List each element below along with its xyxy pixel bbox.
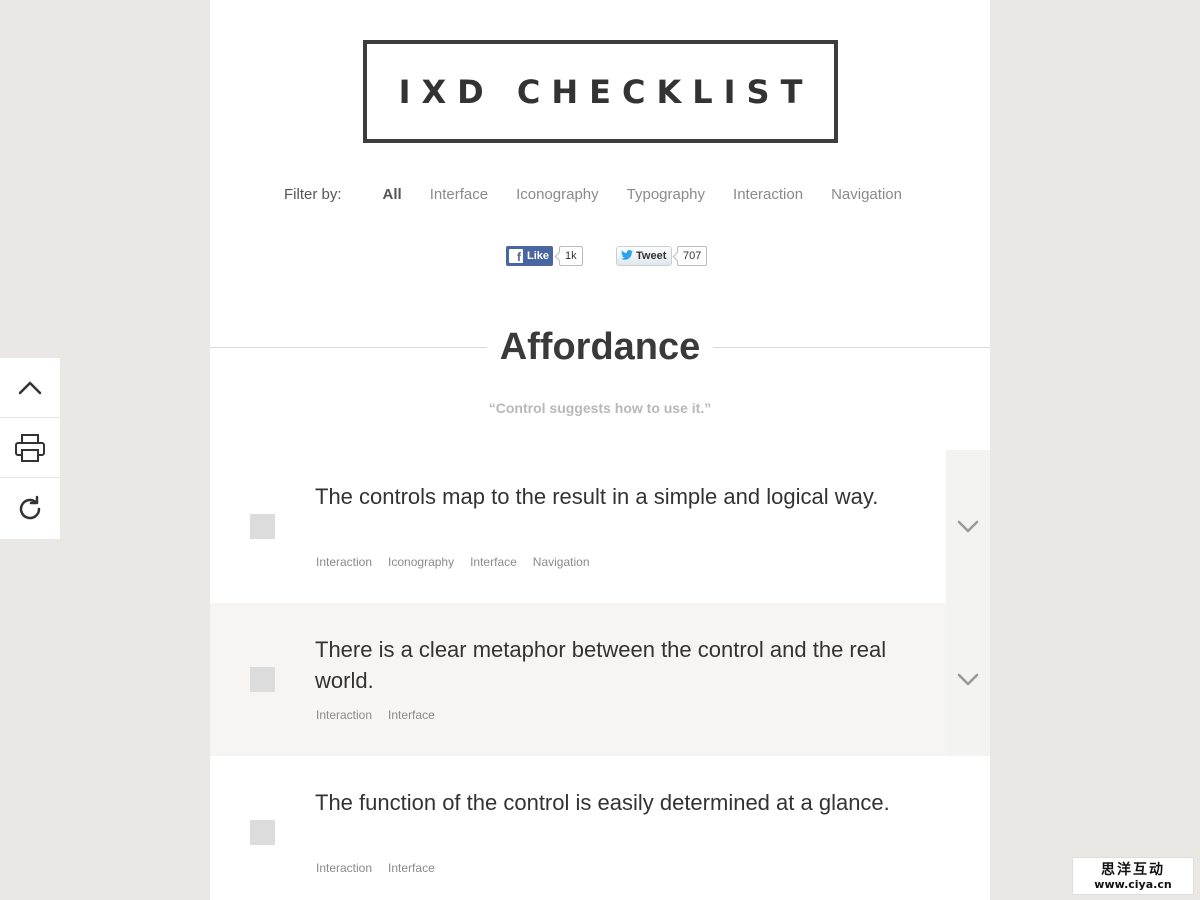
tweet-count: 707 <box>677 246 708 266</box>
checklist-item: The function of the control is easily de… <box>210 756 990 900</box>
item-checkbox[interactable] <box>250 820 275 845</box>
filter-iconography[interactable]: Iconography <box>516 186 599 203</box>
scroll-up-button[interactable] <box>0 358 60 418</box>
tag[interactable]: Interaction <box>316 555 372 569</box>
item-text: The controls map to the result in a simp… <box>315 484 879 509</box>
tag[interactable]: Interface <box>470 555 517 569</box>
item-text: The function of the control is easily de… <box>315 790 890 815</box>
item-tags: Interaction Iconography Interface Naviga… <box>316 555 606 569</box>
tweet-button[interactable]: Tweet <box>616 246 672 266</box>
tag[interactable]: Interaction <box>316 861 372 875</box>
tag[interactable]: Interface <box>388 708 435 722</box>
filter-all[interactable]: All <box>383 186 402 203</box>
facebook-icon: f <box>509 249 523 263</box>
logo-text: IXD CHECKLIST <box>398 72 814 111</box>
checklist-page: IXD CHECKLIST Filter by: All Interface I… <box>210 0 990 900</box>
section-quote: “Control suggests how to use it.” <box>488 400 712 416</box>
tag[interactable]: Iconography <box>388 555 454 569</box>
tag[interactable]: Navigation <box>533 555 590 569</box>
item-tags: Interaction Interface <box>316 861 451 875</box>
reset-icon <box>19 495 41 519</box>
watermark-title: 思洋互动 <box>1101 861 1165 878</box>
side-toolbar <box>0 358 60 539</box>
chevron-up-icon <box>18 381 42 394</box>
item-checkbox[interactable] <box>250 667 275 692</box>
like-count: 1k <box>559 246 583 266</box>
filter-typography[interactable]: Typography <box>627 186 705 203</box>
social-buttons: f Like 1k Tweet 707 <box>210 246 990 266</box>
expand-toggle[interactable] <box>946 603 990 756</box>
expand-toggle[interactable] <box>946 450 990 603</box>
checklist-item: The controls map to the result in a simp… <box>210 450 990 603</box>
filter-label: Filter by: <box>284 186 342 203</box>
item-checkbox[interactable] <box>250 514 275 539</box>
logo[interactable]: IXD CHECKLIST <box>363 40 838 143</box>
facebook-like-button[interactable]: f Like <box>506 246 553 266</box>
checklist-item: There is a clear metaphor between the co… <box>210 603 990 756</box>
print-icon <box>15 433 45 462</box>
watermark-url: www.ciya.cn <box>1094 877 1172 891</box>
reset-button[interactable] <box>0 478 60 539</box>
section-title: Affordance <box>499 326 701 368</box>
tweet-label: Tweet <box>636 250 667 262</box>
watermark: 思洋互动 www.ciya.cn <box>1072 857 1194 895</box>
chevron-down-icon <box>957 673 979 685</box>
chevron-down-icon <box>957 520 979 532</box>
filter-bar: Filter by: All Interface Iconography Typ… <box>210 186 990 203</box>
item-tags: Interaction Interface <box>316 708 451 722</box>
print-button[interactable] <box>0 418 60 478</box>
filter-interaction[interactable]: Interaction <box>733 186 803 203</box>
filter-navigation[interactable]: Navigation <box>831 186 902 203</box>
tag[interactable]: Interface <box>388 861 435 875</box>
filter-interface[interactable]: Interface <box>430 186 488 203</box>
tag[interactable]: Interaction <box>316 708 372 722</box>
item-text: There is a clear metaphor between the co… <box>315 637 887 693</box>
twitter-bird-icon <box>621 249 633 263</box>
like-label: Like <box>527 250 550 262</box>
